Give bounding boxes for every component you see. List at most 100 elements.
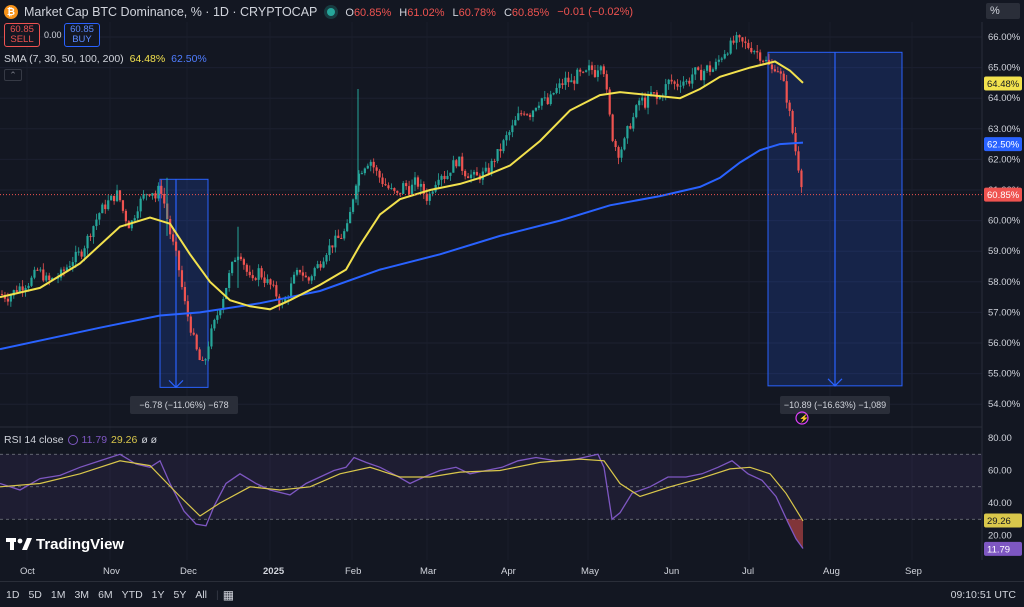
candle-body bbox=[800, 170, 803, 188]
candle-body bbox=[788, 102, 791, 111]
time-axis-tick: Dec bbox=[180, 566, 197, 577]
rsi-indicator-icon bbox=[67, 435, 78, 445]
rsi-axis-tick: 40.00 bbox=[988, 498, 1012, 509]
candle-body bbox=[21, 286, 24, 291]
candle-body bbox=[83, 248, 86, 257]
candle-body bbox=[192, 332, 195, 335]
range-1m[interactable]: 1M bbox=[51, 589, 66, 601]
candle-body bbox=[620, 149, 623, 158]
range-1d[interactable]: 1D bbox=[6, 589, 19, 601]
chart-canvas[interactable]: 66.00%65.00%64.00%63.00%62.00%61.00%60.0… bbox=[0, 0, 1024, 581]
calendar-icon[interactable]: ▦ bbox=[223, 588, 234, 602]
candle-body bbox=[396, 190, 399, 193]
candle-body bbox=[245, 264, 248, 272]
sma-legend[interactable]: SMA (7, 30, 50, 100, 200) 64.48% 62.50% bbox=[4, 53, 207, 65]
candle-body bbox=[502, 140, 505, 152]
candle-body bbox=[0, 294, 4, 296]
scale-percent-toggle[interactable]: % bbox=[986, 3, 1020, 19]
candle-body bbox=[744, 41, 747, 43]
candle-body bbox=[80, 251, 83, 257]
candle-body bbox=[9, 295, 12, 302]
candle-body bbox=[700, 69, 703, 81]
candle-body bbox=[596, 70, 599, 77]
candle-body bbox=[42, 269, 45, 281]
candle-body bbox=[92, 226, 95, 238]
rsi-legend[interactable]: RSI 14 close 11.79 29.26 ø ø bbox=[4, 434, 157, 446]
candle-body bbox=[667, 79, 670, 85]
time-axis-tick: Feb bbox=[345, 566, 361, 577]
candle-body bbox=[703, 70, 706, 81]
range-5d[interactable]: 5D bbox=[28, 589, 41, 601]
candle-body bbox=[638, 100, 641, 106]
range-5y[interactable]: 5Y bbox=[174, 589, 187, 601]
range-3m[interactable]: 3M bbox=[74, 589, 89, 601]
candle-body bbox=[219, 309, 222, 316]
candle-body bbox=[561, 83, 564, 85]
candle-body bbox=[77, 251, 80, 253]
buy-button[interactable]: 60.85 BUY bbox=[64, 23, 100, 47]
candle-body bbox=[399, 192, 402, 194]
candle-body bbox=[349, 211, 352, 224]
candle-body bbox=[410, 184, 414, 195]
ohlc-high: H61.02% bbox=[399, 7, 445, 19]
candle-body bbox=[514, 120, 517, 126]
candle-body bbox=[493, 160, 496, 162]
candle-body bbox=[646, 95, 650, 108]
candle-body bbox=[416, 177, 420, 187]
candle-body bbox=[272, 284, 275, 286]
range-ytd[interactable]: YTD bbox=[122, 589, 143, 601]
candle-body bbox=[797, 151, 800, 171]
candle-body bbox=[177, 250, 181, 271]
candle-body bbox=[720, 58, 723, 60]
range-6m[interactable]: 6M bbox=[98, 589, 113, 601]
last-price-badge: 60.85% bbox=[987, 190, 1020, 201]
candle-body bbox=[216, 315, 219, 320]
time-axis-tick: Jun bbox=[664, 566, 679, 577]
range-all[interactable]: All bbox=[195, 589, 207, 601]
price-axis-tick: 55.00% bbox=[988, 369, 1021, 380]
candle-body bbox=[552, 92, 555, 95]
time-axis-tick: Aug bbox=[823, 566, 840, 577]
candle-body bbox=[747, 42, 750, 48]
sell-button[interactable]: 60.85 SELL bbox=[4, 23, 40, 47]
candle-body bbox=[278, 296, 281, 305]
candle-body bbox=[446, 175, 449, 180]
candle-body bbox=[676, 83, 679, 87]
candle-body bbox=[764, 59, 768, 62]
spread-value: 0.00 bbox=[44, 30, 62, 40]
candle-body bbox=[201, 359, 204, 361]
candle-body bbox=[310, 276, 313, 281]
candle-body bbox=[487, 167, 490, 174]
rsi-empty-values: ø ø bbox=[141, 434, 158, 446]
candle-body bbox=[18, 286, 21, 292]
candle-body bbox=[372, 161, 375, 168]
measure-label: −10.89 (−16.63%) −1,089 bbox=[784, 400, 886, 410]
candle-body bbox=[301, 272, 304, 276]
measure-label: −6.78 (−11.06%) −678 bbox=[139, 400, 228, 410]
candle-body bbox=[753, 51, 756, 53]
candle-body bbox=[210, 328, 213, 347]
candle-body bbox=[558, 83, 561, 88]
collapse-legend-icon[interactable]: ⌃ bbox=[4, 69, 22, 81]
candle-body bbox=[617, 147, 620, 158]
range-1y[interactable]: 1Y bbox=[152, 589, 165, 601]
candle-body bbox=[735, 35, 738, 43]
chart-header: ₿ Market Cap BTC Dominance, % · 1D · CRY… bbox=[4, 3, 635, 21]
candle-body bbox=[228, 273, 231, 289]
candle-body bbox=[89, 235, 92, 238]
candle-body bbox=[469, 174, 473, 179]
candle-body bbox=[351, 199, 355, 212]
candle-body bbox=[343, 231, 346, 239]
price-axis-tick: 58.00% bbox=[988, 277, 1021, 288]
utc-clock[interactable]: 09:10:51 UTC bbox=[951, 589, 1016, 601]
candle-body bbox=[694, 67, 697, 75]
candle-body bbox=[626, 126, 629, 139]
candle-body bbox=[673, 81, 676, 84]
rsi-ma-badge: 29.26 bbox=[987, 516, 1011, 527]
candle-body bbox=[130, 220, 133, 229]
symbol-title[interactable]: Market Cap BTC Dominance, % · 1D · CRYPT… bbox=[24, 5, 317, 19]
price-axis-tick: 64.00% bbox=[988, 93, 1021, 104]
candle-body bbox=[183, 287, 186, 302]
candle-body bbox=[30, 277, 33, 286]
candle-body bbox=[307, 277, 310, 281]
